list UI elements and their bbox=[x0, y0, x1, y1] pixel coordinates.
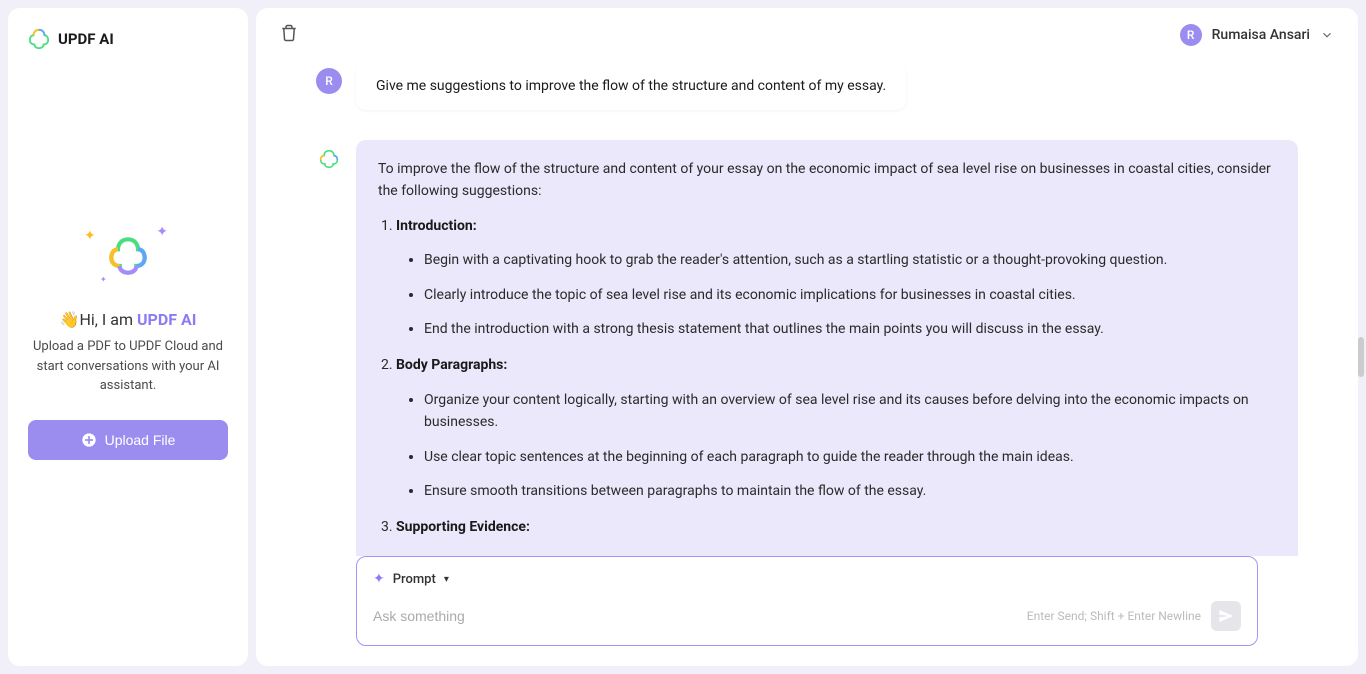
section-title: Supporting Evidence: bbox=[396, 519, 530, 535]
main-panel: R Rumaisa Ansari R Give me suggestions t… bbox=[256, 8, 1358, 666]
hero-icon-wrapper: ✦ ✦ ✦ bbox=[108, 236, 148, 280]
ai-section: Introduction: Begin with a captivating h… bbox=[396, 215, 1276, 341]
bullet-item: Organize your content logically, startin… bbox=[424, 389, 1276, 434]
send-button[interactable] bbox=[1211, 601, 1241, 631]
chat-area: R Give me suggestions to improve the flo… bbox=[256, 62, 1358, 556]
sparkle-icon: ✦ bbox=[84, 228, 96, 244]
input-hint: Enter Send; Shift + Enter Newline bbox=[1027, 609, 1201, 623]
ai-message-row: To improve the flow of the structure and… bbox=[316, 140, 1298, 556]
user-message-bubble: Give me suggestions to improve the flow … bbox=[356, 62, 906, 110]
input-box: ✦ Prompt ▾ Enter Send; Shift + Enter New… bbox=[356, 556, 1258, 646]
scrollbar-thumb[interactable] bbox=[1358, 337, 1364, 377]
chevron-down-icon bbox=[1320, 28, 1334, 42]
prompt-label: Prompt bbox=[393, 572, 436, 587]
section-title: Introduction: bbox=[396, 218, 477, 234]
caret-down-icon: ▾ bbox=[444, 574, 449, 585]
upload-icon bbox=[81, 432, 97, 448]
greeting-prefix: 👋Hi, I am bbox=[60, 310, 137, 329]
sparkle-icon: ✦ bbox=[373, 571, 385, 587]
section-bullets: Organize your content logically, startin… bbox=[396, 389, 1276, 503]
greeting-text: 👋Hi, I am UPDF AI bbox=[60, 310, 197, 329]
ai-section: Supporting Evidence: bbox=[396, 516, 1276, 538]
sidebar-title: UPDF AI bbox=[58, 30, 114, 48]
user-menu[interactable]: R Rumaisa Ansari bbox=[1180, 24, 1334, 46]
section-bullets: Begin with a captivating hook to grab th… bbox=[396, 249, 1276, 340]
sidebar-description: Upload a PDF to UPDF Cloud and start con… bbox=[28, 337, 228, 396]
input-area: ✦ Prompt ▾ Enter Send; Shift + Enter New… bbox=[256, 556, 1358, 666]
prompt-selector[interactable]: ✦ Prompt ▾ bbox=[373, 571, 1241, 587]
sidebar: UPDF AI ✦ ✦ ✦ 👋Hi, I am UPDF AI Upload a… bbox=[8, 8, 248, 666]
user-message-row: R Give me suggestions to improve the flo… bbox=[316, 62, 1298, 110]
main-header: R Rumaisa Ansari bbox=[256, 8, 1358, 62]
sparkle-icon: ✦ bbox=[156, 224, 168, 240]
bullet-item: End the introduction with a strong thesi… bbox=[424, 318, 1276, 340]
bullet-item: Use clear topic sentences at the beginni… bbox=[424, 446, 1276, 468]
ai-message-bubble: To improve the flow of the structure and… bbox=[356, 140, 1298, 556]
user-message-avatar: R bbox=[316, 68, 342, 94]
greeting-brand: UPDF AI bbox=[137, 310, 196, 329]
sidebar-header: UPDF AI bbox=[28, 28, 228, 50]
user-avatar: R bbox=[1180, 24, 1202, 46]
chat-input[interactable] bbox=[373, 608, 1017, 624]
sidebar-hero: ✦ ✦ ✦ 👋Hi, I am UPDF AI Upload a PDF to … bbox=[28, 50, 228, 646]
input-row: Enter Send; Shift + Enter Newline bbox=[373, 601, 1241, 631]
upload-file-button[interactable]: Upload File bbox=[28, 420, 228, 460]
section-title: Body Paragraphs: bbox=[396, 357, 507, 373]
updf-hero-icon bbox=[108, 236, 148, 276]
bullet-item: Clearly introduce the topic of sea level… bbox=[424, 284, 1276, 306]
updf-logo-icon bbox=[28, 28, 50, 50]
send-icon bbox=[1218, 608, 1234, 624]
user-name: Rumaisa Ansari bbox=[1212, 27, 1310, 43]
ai-message-avatar bbox=[316, 146, 342, 172]
ai-sections-list: Introduction: Begin with a captivating h… bbox=[378, 215, 1276, 539]
sparkle-icon: ✦ bbox=[100, 275, 107, 284]
ai-intro-text: To improve the flow of the structure and… bbox=[378, 158, 1276, 203]
bullet-item: Ensure smooth transitions between paragr… bbox=[424, 480, 1276, 502]
bullet-item: Begin with a captivating hook to grab th… bbox=[424, 249, 1276, 271]
trash-icon[interactable] bbox=[280, 24, 298, 46]
upload-button-label: Upload File bbox=[105, 432, 176, 448]
ai-section: Body Paragraphs: Organize your content l… bbox=[396, 354, 1276, 502]
